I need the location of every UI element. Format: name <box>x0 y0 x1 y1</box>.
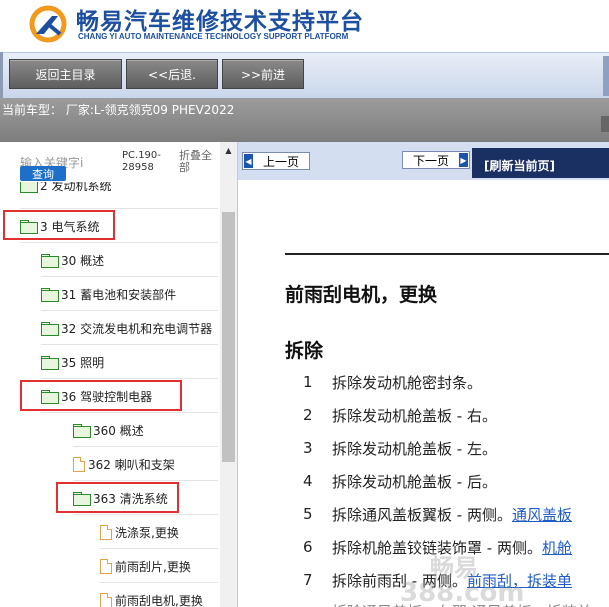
procedure-step: 3 拆除发动机舱盖板 - 左。 <box>303 437 497 459</box>
tree-item[interactable]: 前雨刮片,更换 <box>100 556 191 576</box>
tree-scrollbar-thumb[interactable] <box>222 212 235 462</box>
step-number: 7 <box>303 571 313 589</box>
tree-item-label: 洗涤泵,更换 <box>115 525 179 540</box>
tree-separator <box>41 344 218 345</box>
document-icon <box>100 558 112 574</box>
tree-item[interactable]: 32 交流发电机和充电调节器 <box>41 318 212 338</box>
step-text: 拆除发动机舱盖板 - 后。 <box>332 472 497 491</box>
refresh-link[interactable]: [刷新当前页] <box>484 157 555 174</box>
tree-separator <box>20 242 218 243</box>
tree-item-label: 35 照明 <box>61 355 105 370</box>
step-number: 4 <box>303 472 313 490</box>
step-text: 拆除通风盖板翼板 - 两侧。 <box>332 505 512 524</box>
tree-separator <box>20 208 218 209</box>
watermark-line2: 388.com <box>400 578 525 607</box>
procedure-step: 4 拆除发动机舱盖板 - 后。 <box>303 470 497 492</box>
current-vehicle: 当前车型： 厂家:L-领克领克09 PHEV2022 <box>2 103 235 117</box>
tree-separator <box>73 480 218 481</box>
scroll-up-icon[interactable]: ▲ <box>222 144 235 157</box>
highlight-box <box>3 210 115 240</box>
tree-item-label: 360 概述 <box>93 423 144 438</box>
tree-separator <box>73 514 218 515</box>
forward-button[interactable]: >>前进 <box>222 59 304 89</box>
brand-subtitle: CHANG YI AUTO MAINTENANCE TECHNOLOGY SUP… <box>78 32 349 41</box>
tree-item-label: 前雨刮片,更换 <box>115 559 191 574</box>
search-button[interactable]: 查询 <box>20 166 66 181</box>
tree-separator <box>100 548 218 549</box>
section-heading: 拆除 <box>285 340 324 362</box>
brand-logo-icon <box>29 5 67 43</box>
tree-item[interactable]: 360 概述 <box>73 420 144 440</box>
home-button[interactable]: 返回主目录 <box>9 59 122 89</box>
brand-title: 畅易汽车维修技术支持平台 <box>76 9 364 35</box>
step-number: 3 <box>303 439 313 457</box>
next-page-label: 下一页 <box>412 153 449 168</box>
tree-item-label: 32 交流发电机和充电调节器 <box>61 321 213 336</box>
toolbar-right-edge <box>603 56 609 96</box>
tree-item-label: 30 概述 <box>61 253 105 268</box>
vehicle-bar-scroll[interactable] <box>601 116 609 132</box>
tree-separator <box>41 412 218 413</box>
arrow-left-icon: ◀ <box>244 154 253 168</box>
folder-icon <box>73 423 91 438</box>
folder-icon <box>41 355 59 370</box>
step-text: 拆除发动机舱密封条。 <box>332 373 483 392</box>
document-icon <box>100 524 112 540</box>
step-text: 拆除发动机舱盖板 - 左。 <box>332 439 497 458</box>
tree-item[interactable]: 31 蓄电池和安装部件 <box>41 284 176 304</box>
tree-item-label: 362 喇叭和支架 <box>88 457 175 472</box>
next-page-button[interactable]: 下一页 ▶ <box>402 151 470 169</box>
tree-item-label: 31 蓄电池和安装部件 <box>61 287 177 302</box>
title-rule <box>285 253 609 255</box>
step-link[interactable]: 机舱 <box>542 537 572 558</box>
tree-item[interactable]: 前雨刮电机,更换 <box>100 590 203 607</box>
back-button[interactable]: <<后退. <box>126 59 218 89</box>
procedure-step: 5 拆除通风盖板翼板 - 两侧。 通风盖板 <box>303 503 572 525</box>
procedure-step: 2 拆除发动机舱盖板 - 右。 <box>303 404 497 426</box>
prev-page-label: 上一页 <box>262 154 299 169</box>
tree-item[interactable]: 362 喇叭和支架 <box>73 454 175 474</box>
pc-code: PC.190-28958 <box>122 150 161 173</box>
folder-icon <box>41 287 59 302</box>
tree-item[interactable]: 35 照明 <box>41 352 104 372</box>
document-title: 前雨刮电机，更换 <box>285 284 438 306</box>
document-icon <box>100 592 112 607</box>
tree-item[interactable]: 30 概述 <box>41 250 104 270</box>
step-text: 拆除发动机舱盖板 - 右。 <box>332 406 497 425</box>
tree-separator <box>41 310 218 311</box>
tree-item-label: 前雨刮电机,更换 <box>115 593 203 607</box>
step-number: 5 <box>303 505 313 523</box>
step-number: 2 <box>303 406 313 424</box>
collapse-all-button[interactable]: 折叠全部 <box>179 150 215 174</box>
highlight-box <box>20 380 182 411</box>
folder-icon <box>41 321 59 336</box>
step-number: 6 <box>303 538 313 556</box>
prev-page-button[interactable]: ◀ 上一页 <box>242 152 310 170</box>
procedure-step: 1 拆除发动机舱密封条。 <box>303 371 482 393</box>
tree-separator <box>100 582 218 583</box>
toolbar-edge <box>0 52 3 98</box>
arrow-right-icon: ▶ <box>459 153 468 167</box>
folder-icon <box>41 253 59 268</box>
tree-separator <box>73 446 218 447</box>
tree-item-label: 2 发动机系统 <box>40 182 112 193</box>
document-icon <box>73 456 85 472</box>
tree-item[interactable]: 2 发动机系统 <box>20 182 111 198</box>
folder-icon <box>20 182 38 193</box>
highlight-box <box>56 482 179 513</box>
step-link[interactable]: 通风盖板 <box>512 504 572 525</box>
app-header: 畅易汽车维修技术支持平台 CHANG YI AUTO MAINTENANCE T… <box>0 0 609 52</box>
tree-separator <box>41 378 218 379</box>
tree-item[interactable]: 洗涤泵,更换 <box>100 522 179 542</box>
step-number: 1 <box>303 373 313 391</box>
tree-separator <box>41 276 218 277</box>
